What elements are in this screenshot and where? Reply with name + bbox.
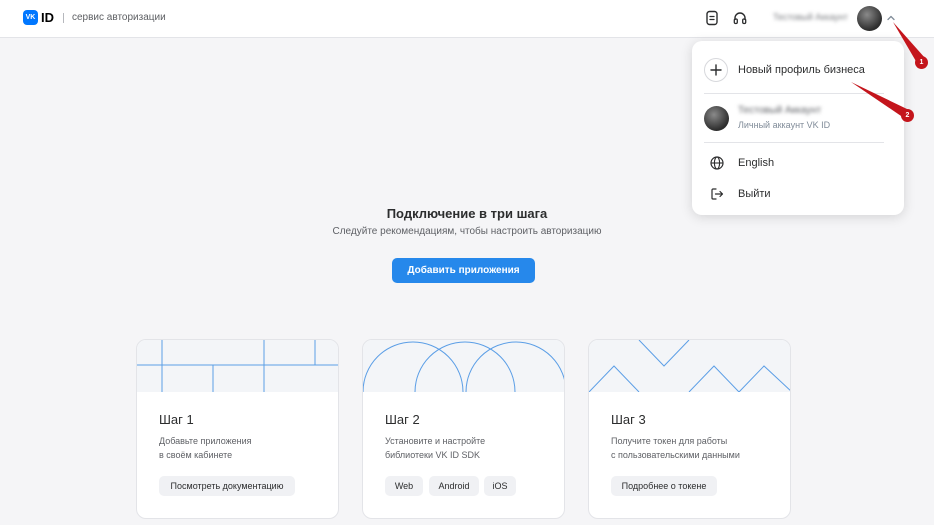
step-3-illustration <box>589 340 790 392</box>
add-applications-button[interactable]: Добавить приложения <box>392 258 535 283</box>
account-type: Личный аккаунт VK ID <box>738 120 831 130</box>
annotation-badge-2: 2 <box>901 109 914 122</box>
step-card-1: Шаг 1 Добавьте приложения в своём кабине… <box>136 339 339 519</box>
header-user-name[interactable]: Тестовый Аккаунт <box>773 12 848 22</box>
account-name: Тестовый Аккаунт <box>738 105 822 116</box>
annotation-badge-1: 1 <box>915 56 928 69</box>
globe-icon <box>710 156 724 170</box>
step-2-description: Установите и настройте библиотеки VK ID … <box>385 436 486 460</box>
menu-label-language: English <box>738 157 775 169</box>
menu-item-language[interactable]: English <box>692 155 904 171</box>
vk-logo-icon: VK <box>23 10 38 25</box>
step-3-description: Получите токен для работы с пользователь… <box>611 436 740 460</box>
step-card-3: Шаг 3 Получите токен для работы с пользо… <box>588 339 791 519</box>
plus-icon <box>704 58 728 82</box>
step-card-2: Шаг 2 Установите и настройте библиотеки … <box>362 339 565 519</box>
token-details-button[interactable]: Подробнее о токене <box>611 476 717 496</box>
view-documentation-button[interactable]: Посмотреть документацию <box>159 476 295 496</box>
chip-android[interactable]: Android <box>429 476 479 496</box>
chevron-up-icon[interactable] <box>886 13 896 23</box>
chip-web[interactable]: Web <box>385 476 423 496</box>
menu-divider <box>704 93 884 94</box>
menu-item-new-business-profile[interactable]: Новый профиль бизнеса <box>692 58 904 82</box>
profile-dropdown-menu: Новый профиль бизнеса Тестовый Аккаунт Л… <box>692 41 904 215</box>
vk-id-logo[interactable]: VK ID сервис авторизации <box>23 10 166 25</box>
top-header: VK ID сервис авторизации Тестовый Аккаун… <box>0 0 934 38</box>
document-icon[interactable] <box>704 10 720 26</box>
logout-icon <box>711 188 724 200</box>
step-1-illustration <box>137 340 338 392</box>
page-subtitle: Следуйте рекомендациям, чтобы настроить … <box>332 226 602 237</box>
logo-id-text: ID <box>41 10 54 25</box>
menu-label-logout: Выйти <box>738 188 771 200</box>
menu-item-personal-account[interactable]: Тестовый Аккаунт Личный аккаунт VK ID <box>692 105 904 132</box>
menu-divider <box>704 142 884 143</box>
step-3-title: Шаг 3 <box>611 412 646 427</box>
step-2-title: Шаг 2 <box>385 412 420 427</box>
menu-item-logout[interactable]: Выйти <box>692 186 904 202</box>
account-avatar <box>704 106 729 131</box>
logo-divider <box>63 12 64 23</box>
step-2-illustration <box>363 340 564 392</box>
step-1-description: Добавьте приложения в своём кабинете <box>159 436 252 460</box>
menu-label-new-business: Новый профиль бизнеса <box>738 64 865 76</box>
step-1-title: Шаг 1 <box>159 412 194 427</box>
headset-icon[interactable] <box>732 10 748 26</box>
chip-ios[interactable]: iOS <box>484 476 516 496</box>
logo-subtitle: сервис авторизации <box>72 12 166 23</box>
header-avatar[interactable] <box>857 6 882 31</box>
